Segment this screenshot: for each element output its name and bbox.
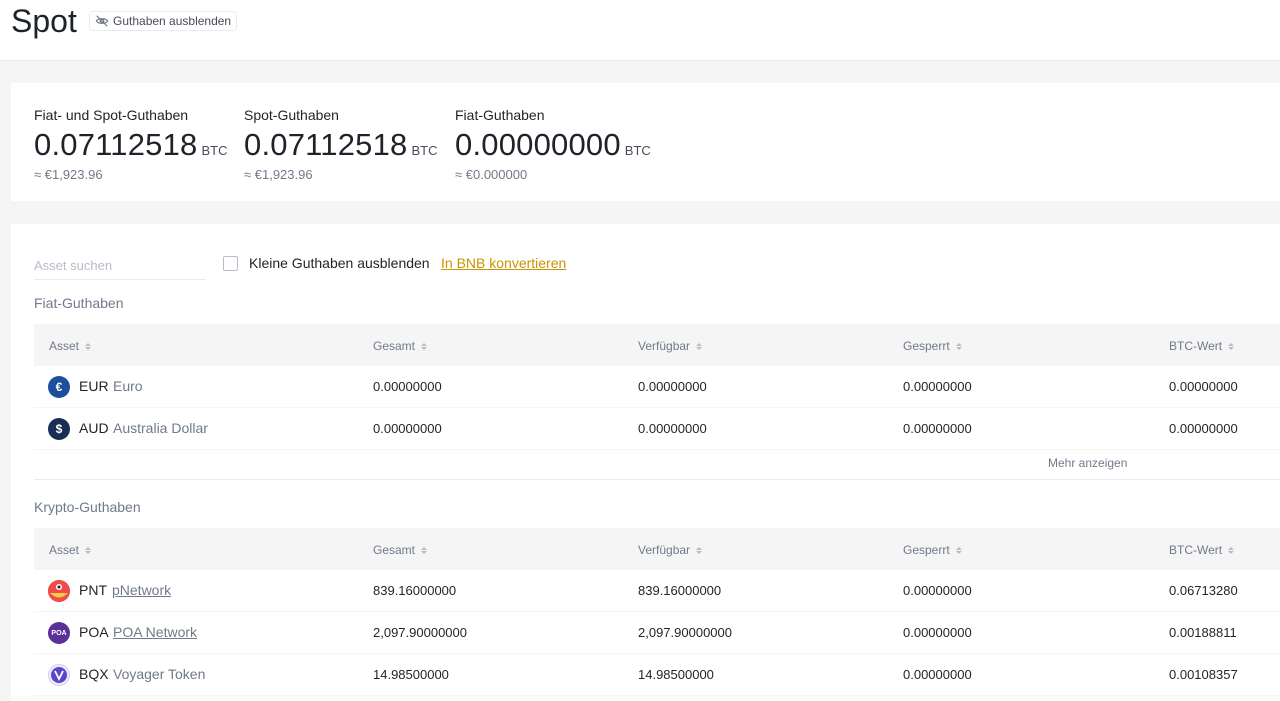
balance-fiat: ≈ €1,923.96 xyxy=(34,167,103,182)
dollar-icon: $ xyxy=(48,418,70,440)
sort-icon xyxy=(85,546,92,554)
balance-value: 0.00000000 xyxy=(455,127,621,162)
column-header-asset[interactable]: Asset xyxy=(49,339,92,353)
sort-icon xyxy=(421,342,428,350)
convert-to-bnb-link[interactable]: In BNB konvertieren xyxy=(441,255,566,271)
asset-search xyxy=(34,254,206,280)
crypto-section-title: Krypto-Guthaben xyxy=(34,499,141,515)
balance-unit: BTC xyxy=(411,143,438,158)
balance-label: Spot-Guthaben xyxy=(244,107,339,123)
balance-summary-card: Fiat- und Spot-Guthaben 0.07112518 BTC ≈… xyxy=(11,83,1280,201)
total-value: 0.00000000 xyxy=(373,421,442,436)
fiat-table: Asset Gesamt Verfügbar Gesperrt BTC-Wert… xyxy=(34,324,1280,480)
column-header-total[interactable]: Gesamt xyxy=(373,339,428,353)
page-title: Spot xyxy=(11,3,77,39)
balance-value: 0.07112518 xyxy=(244,127,408,162)
column-header-locked[interactable]: Gesperrt xyxy=(903,339,962,353)
total-value: 14.98500000 xyxy=(373,667,449,682)
sort-icon xyxy=(955,546,962,554)
balance-fiat: ≈ €0.000000 xyxy=(455,167,528,182)
asset-name: Euro xyxy=(113,378,143,394)
asset-symbol: BQX xyxy=(79,666,109,682)
table-header: Asset Gesamt Verfügbar Gesperrt BTC-Wert xyxy=(34,528,1280,570)
column-header-asset[interactable]: Asset xyxy=(49,543,92,557)
balance-label: Fiat-Guthaben xyxy=(455,107,545,123)
show-more-row: Mehr anzeigen xyxy=(34,450,1280,480)
asset-symbol: POA xyxy=(79,624,109,640)
btc-value: 0.00000000 xyxy=(1169,379,1238,394)
hide-small-balances-label[interactable]: Kleine Guthaben ausblenden xyxy=(249,255,430,271)
table-header: Asset Gesamt Verfügbar Gesperrt BTC-Wert xyxy=(34,324,1280,366)
available-value: 0.00000000 xyxy=(638,421,707,436)
asset-name: Australia Dollar xyxy=(113,420,208,436)
column-header-locked[interactable]: Gesperrt xyxy=(903,543,962,557)
column-header-available[interactable]: Verfügbar xyxy=(638,339,703,353)
available-value: 2,097.90000000 xyxy=(638,625,732,640)
asset-symbol: PNT xyxy=(79,582,107,598)
column-header-total[interactable]: Gesamt xyxy=(373,543,428,557)
sort-icon xyxy=(696,342,703,350)
euro-icon: € xyxy=(48,376,70,398)
balance-unit: BTC xyxy=(624,143,651,158)
sort-icon xyxy=(85,342,92,350)
hide-small-balances-checkbox[interactable] xyxy=(223,256,238,271)
total-value: 2,097.90000000 xyxy=(373,625,467,640)
spot-balance: Spot-Guthaben 0.07112518 BTC ≈ €1,923.96 xyxy=(244,107,437,182)
sort-icon xyxy=(955,342,962,350)
total-value: 0.00000000 xyxy=(373,379,442,394)
locked-value: 0.00000000 xyxy=(903,625,972,640)
table-row: $ AUD Australia Dollar 0.00000000 0.0000… xyxy=(34,408,1280,450)
asset-search-input[interactable] xyxy=(34,254,206,273)
sort-icon xyxy=(696,546,703,554)
total-value: 839.16000000 xyxy=(373,583,457,598)
pnetwork-icon xyxy=(48,580,70,602)
asset-symbol: AUD xyxy=(79,420,109,436)
fiat-balance: Fiat-Guthaben 0.00000000 BTC ≈ €0.000000 xyxy=(455,107,651,182)
show-more-link[interactable]: Mehr anzeigen xyxy=(1048,456,1127,470)
locked-value: 0.00000000 xyxy=(903,379,972,394)
asset-name: Voyager Token xyxy=(113,666,206,682)
eye-slash-icon xyxy=(95,14,109,28)
asset-symbol: EUR xyxy=(79,378,109,394)
page-header: Spot Guthaben ausblenden xyxy=(0,0,1280,61)
voyager-icon xyxy=(48,664,70,686)
hide-balance-label: Guthaben ausblenden xyxy=(113,14,232,28)
btc-value: 0.06713280 xyxy=(1169,583,1238,598)
column-header-btc-value[interactable]: BTC-Wert xyxy=(1169,543,1235,557)
column-header-available[interactable]: Verfügbar xyxy=(638,543,703,557)
assets-card: Kleine Guthaben ausblenden In BNB konver… xyxy=(11,224,1280,701)
fiat-spot-balance: Fiat- und Spot-Guthaben 0.07112518 BTC ≈… xyxy=(34,107,227,182)
table-row: PNT pNetwork 839.16000000 839.16000000 0… xyxy=(34,570,1280,612)
locked-value: 0.00000000 xyxy=(903,583,972,598)
btc-value: 0.00188811 xyxy=(1169,625,1237,640)
asset-name-link[interactable]: POA Network xyxy=(113,624,197,640)
balance-label: Fiat- und Spot-Guthaben xyxy=(34,107,189,123)
sort-icon xyxy=(421,546,428,554)
sort-icon xyxy=(1228,546,1235,554)
poa-icon: POA xyxy=(48,622,70,644)
asset-name-link[interactable]: pNetwork xyxy=(112,582,171,598)
table-row: POA POA POA Network 2,097.90000000 2,097… xyxy=(34,612,1280,654)
locked-value: 0.00000000 xyxy=(903,667,972,682)
btc-value: 0.00108357 xyxy=(1169,667,1238,682)
crypto-table: Asset Gesamt Verfügbar Gesperrt BTC-Wert… xyxy=(34,528,1280,696)
table-row: € EUR Euro 0.00000000 0.00000000 0.00000… xyxy=(34,366,1280,408)
btc-value: 0.00000000 xyxy=(1169,421,1238,436)
balance-value: 0.07112518 xyxy=(34,127,198,162)
available-value: 839.16000000 xyxy=(638,583,722,598)
fiat-section-title: Fiat-Guthaben xyxy=(34,295,124,311)
available-value: 0.00000000 xyxy=(638,379,707,394)
table-row: BQX Voyager Token 14.98500000 14.9850000… xyxy=(34,654,1280,696)
balance-unit: BTC xyxy=(201,143,228,158)
column-header-btc-value[interactable]: BTC-Wert xyxy=(1169,339,1235,353)
sort-icon xyxy=(1228,342,1235,350)
hide-balance-button[interactable]: Guthaben ausblenden xyxy=(89,11,238,31)
balance-fiat: ≈ €1,923.96 xyxy=(244,167,313,182)
locked-value: 0.00000000 xyxy=(903,421,972,436)
available-value: 14.98500000 xyxy=(638,667,714,682)
